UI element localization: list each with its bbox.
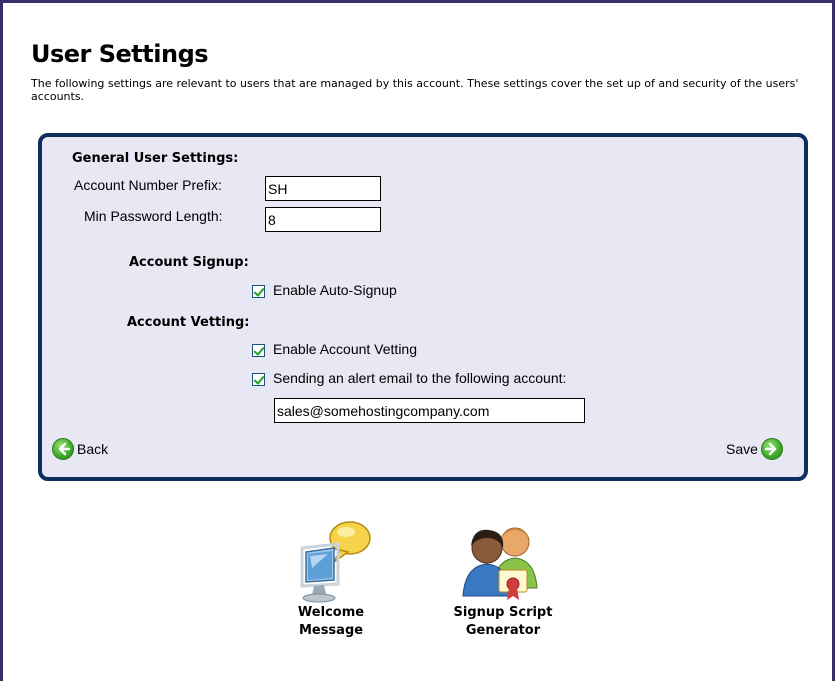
- account-vetting-label: Enable Account Vetting: [273, 341, 417, 357]
- welcome-message-label-1: Welcome: [297, 605, 365, 620]
- account-vetting-checkbox[interactable]: [252, 344, 265, 357]
- back-button[interactable]: Back: [52, 438, 108, 460]
- account-prefix-label: Account Number Prefix:: [74, 177, 222, 193]
- min-password-input[interactable]: [265, 207, 381, 232]
- save-button[interactable]: Save: [726, 438, 783, 460]
- auto-signup-checkbox[interactable]: [252, 285, 265, 298]
- alert-email-input[interactable]: [274, 398, 585, 423]
- welcome-message-label-2: Message: [298, 623, 364, 638]
- page-description: The following settings are relevant to u…: [31, 77, 799, 103]
- general-settings-heading: General User Settings:: [72, 151, 239, 166]
- users-certificate-icon: [433, 518, 573, 604]
- account-vetting-heading: Account Vetting:: [127, 315, 250, 330]
- account-signup-heading: Account Signup:: [129, 255, 249, 270]
- welcome-message-tool[interactable]: Welcome Message: [276, 518, 386, 640]
- account-prefix-input[interactable]: [265, 176, 381, 201]
- signup-script-generator-tool[interactable]: Signup Script Generator: [433, 518, 573, 640]
- monitor-speech-icon: [276, 518, 386, 604]
- page-title: User Settings: [31, 40, 209, 68]
- alert-email-checkbox[interactable]: [252, 373, 265, 386]
- signup-script-label-2: Generator: [465, 623, 541, 638]
- auto-signup-label: Enable Auto-Signup: [273, 282, 397, 298]
- save-arrow-icon: [760, 438, 783, 460]
- alert-email-label: Sending an alert email to the following …: [273, 370, 567, 386]
- settings-panel: General User Settings: Account Number Pr…: [38, 133, 808, 481]
- save-label: Save: [726, 441, 758, 457]
- back-label: Back: [77, 441, 109, 457]
- back-arrow-icon: [52, 438, 74, 460]
- min-password-label: Min Password Length:: [84, 208, 223, 224]
- signup-script-label-1: Signup Script: [453, 605, 553, 620]
